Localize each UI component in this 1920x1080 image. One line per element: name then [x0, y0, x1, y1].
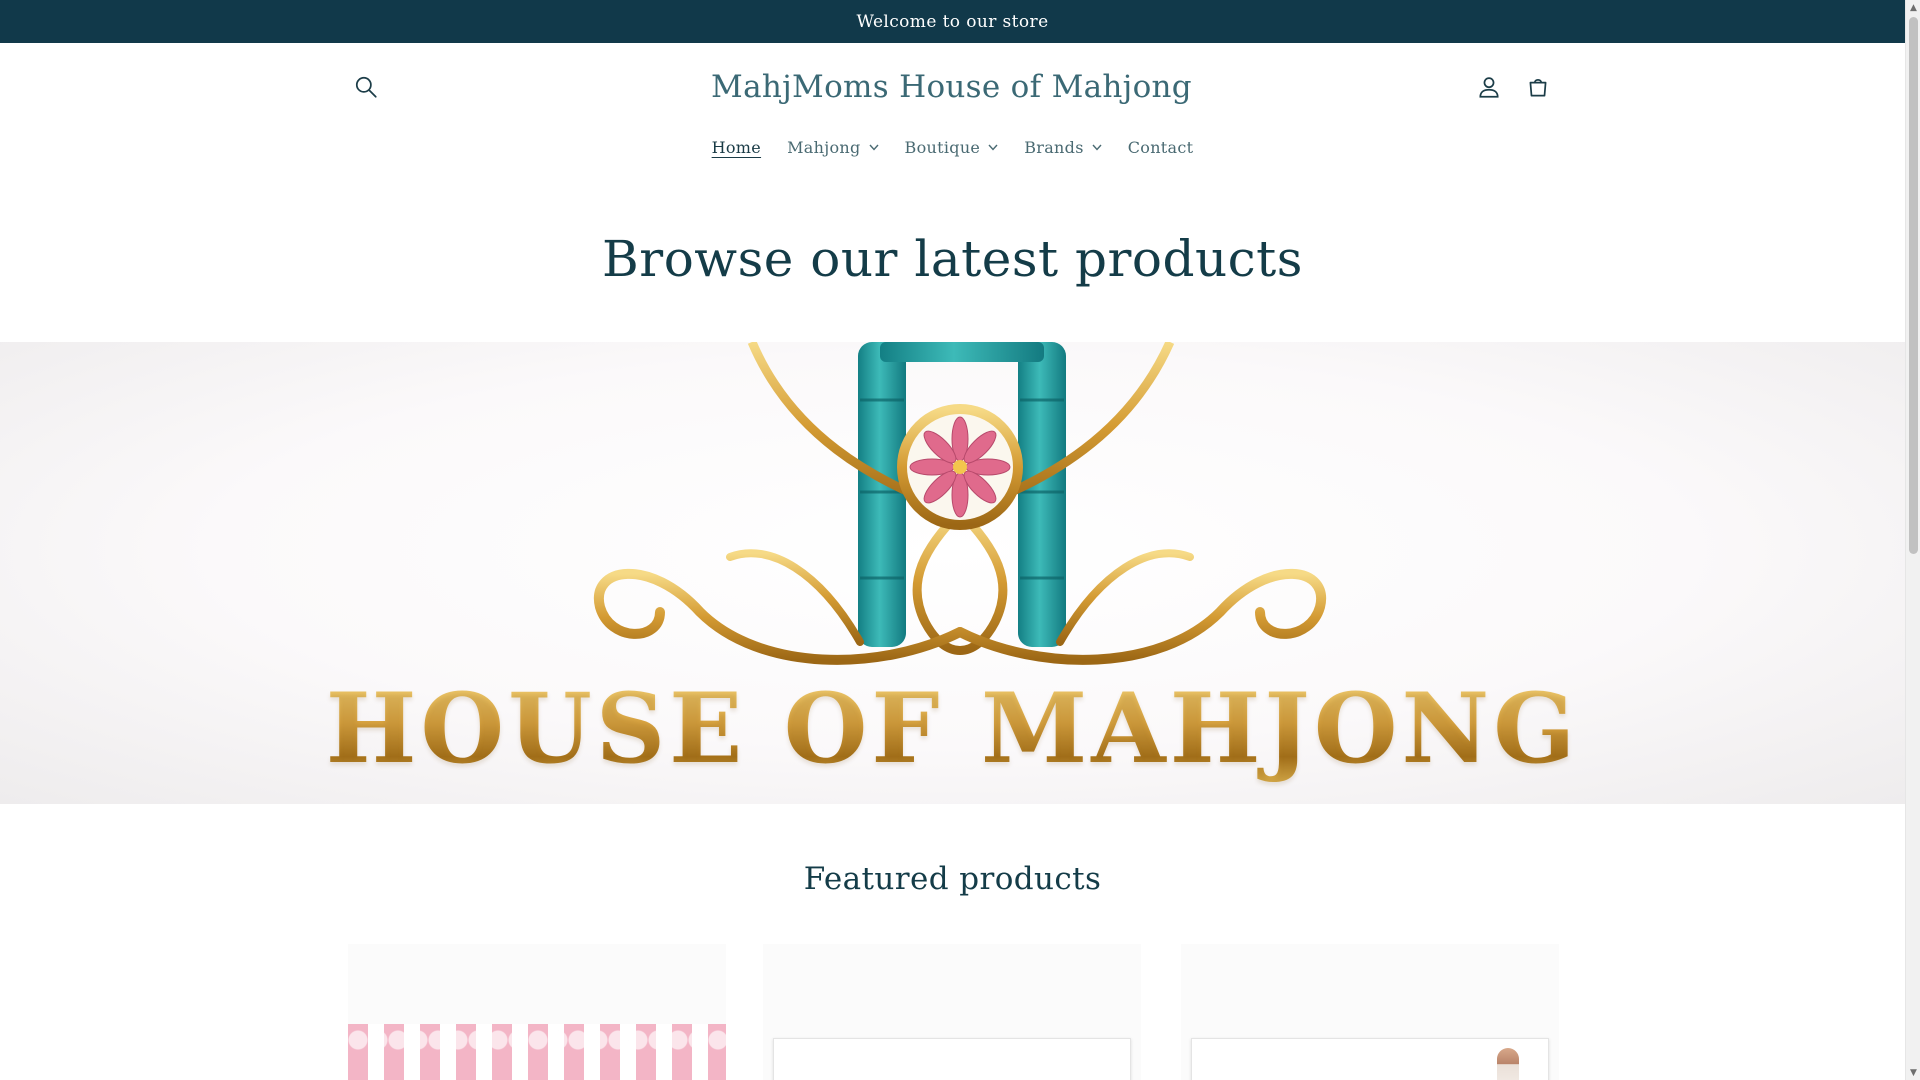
nav-label: Boutique: [904, 137, 981, 157]
announcement-text: Welcome to our store: [856, 11, 1049, 32]
product-image: [773, 1038, 1131, 1080]
nav-label: Mahjong: [787, 137, 861, 157]
store-name[interactable]: MahjMoms House of Mahjong: [344, 62, 1559, 112]
nav-label: Contact: [1127, 137, 1194, 157]
account-icon: [1479, 77, 1499, 98]
scroll-up-arrow-icon[interactable]: ▲: [1906, 0, 1920, 15]
hero-banner[interactable]: HOUSE OF MAHJONG: [0, 342, 1905, 804]
product-card[interactable]: [763, 944, 1141, 1080]
cart-icon: [1529, 78, 1547, 97]
chevron-down-icon: [988, 142, 998, 152]
nav-item-contact[interactable]: Contact: [1115, 138, 1207, 157]
nav-item-brands[interactable]: Brands: [1011, 138, 1115, 157]
scrollbar-thumb[interactable]: [1909, 17, 1918, 554]
nav-label: Home: [711, 137, 762, 157]
search-icon: [355, 76, 377, 98]
announcement-bar: Welcome to our store: [0, 0, 1905, 43]
product-figure: [1497, 1048, 1519, 1080]
nav-item-home[interactable]: Home: [699, 138, 774, 157]
product-image: [1191, 1038, 1549, 1080]
browse-heading: Browse our latest products: [602, 230, 1303, 288]
product-card[interactable]: [348, 944, 726, 1080]
product-image-ruffle: [348, 1024, 726, 1050]
nav-item-boutique[interactable]: Boutique: [892, 138, 1012, 157]
nav-item-mahjong[interactable]: Mahjong: [774, 138, 891, 157]
header: MahjMoms House of Mahjong: [344, 62, 1559, 112]
chevron-down-icon: [1092, 142, 1102, 152]
search-button[interactable]: [344, 65, 388, 109]
main-nav: Home Mahjong Boutique Brands Contact: [0, 129, 1905, 165]
cart-button[interactable]: [1516, 65, 1560, 109]
page: Welcome to our store MahjMoms House of M…: [0, 0, 1905, 1080]
logo-text: HOUSE OF MAHJONG: [0, 672, 1905, 785]
account-button[interactable]: [1467, 65, 1511, 109]
featured-products-heading: Featured products: [803, 861, 1102, 897]
vertical-scrollbar[interactable]: ▲ ▼: [1905, 0, 1920, 1080]
nav-label: Brands: [1024, 137, 1084, 157]
chevron-down-icon: [869, 142, 879, 152]
product-card[interactable]: [1181, 944, 1559, 1080]
scroll-down-arrow-icon[interactable]: ▼: [1906, 1065, 1920, 1080]
